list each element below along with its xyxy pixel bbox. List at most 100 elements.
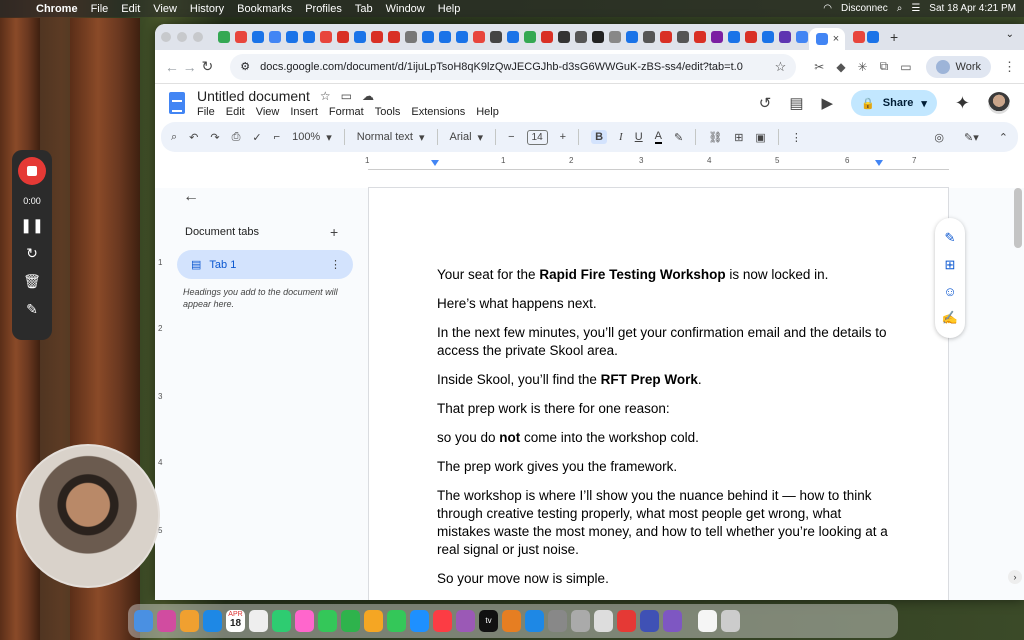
books-icon[interactable]	[502, 610, 521, 632]
numbers-icon[interactable]	[387, 610, 406, 632]
pause-icon[interactable]: ❚❚	[20, 217, 43, 234]
control-center-icon[interactable]: ☰	[911, 3, 920, 14]
menu-file[interactable]: File	[91, 3, 109, 15]
wifi-icon[interactable]: ◠	[823, 3, 832, 14]
site-info-icon[interactable]: ⚙	[240, 60, 250, 73]
comments-icon[interactable]: ▤	[789, 94, 803, 112]
share-dropdown-icon[interactable]: ▾	[921, 97, 927, 110]
tab-favicon-icon[interactable]	[439, 31, 451, 43]
edge-scroll-icon[interactable]: ›	[1008, 570, 1022, 584]
draw-icon[interactable]: ✎	[26, 301, 38, 318]
docs-logo-icon[interactable]	[169, 92, 185, 114]
menu-edit[interactable]: Edit	[121, 3, 140, 15]
podcasts-icon[interactable]	[456, 610, 475, 632]
bookmark-star-icon[interactable]: ☆	[775, 59, 787, 75]
tab-more-icon[interactable]: ⋮	[330, 258, 341, 271]
reminders-icon[interactable]	[249, 610, 268, 632]
share-button[interactable]: 🔒 Share ▾	[851, 90, 937, 116]
move-folder-icon[interactable]: ▭	[341, 89, 352, 103]
chrome-menu-icon[interactable]: ⋮	[1003, 59, 1016, 75]
add-tab-button[interactable]: +	[330, 224, 338, 240]
profile-button[interactable]: Work	[925, 55, 991, 78]
active-tab[interactable]: ×	[809, 28, 845, 50]
font-size-input[interactable]: 14	[526, 129, 548, 145]
docs-menu-edit[interactable]: Edit	[226, 106, 245, 118]
left-indent-marker[interactable]	[431, 160, 439, 166]
settings-icon[interactable]	[548, 610, 567, 632]
tab-favicon-icon[interactable]	[303, 31, 315, 43]
extension-icon[interactable]: ◆	[836, 60, 845, 74]
tab-favicon-icon[interactable]	[507, 31, 519, 43]
cloud-saved-icon[interactable]: ☁	[362, 89, 374, 103]
extension-icon[interactable]: ✳	[858, 60, 868, 74]
style-select[interactable]: Normal text ▾	[357, 131, 425, 144]
account-avatar[interactable]	[988, 92, 1010, 114]
decrease-font-size-icon[interactable]: −	[508, 131, 514, 143]
undo-icon[interactable]: ↶	[189, 131, 198, 144]
finder-icon[interactable]	[134, 610, 153, 632]
back-icon[interactable]: ←	[163, 59, 181, 75]
tab-favicon-icon[interactable]	[609, 31, 621, 43]
tab-favicon-icon[interactable]	[779, 31, 791, 43]
docs-menu-extensions[interactable]: Extensions	[411, 106, 465, 118]
tab-favicon-icon[interactable]	[677, 31, 689, 43]
app-store-icon[interactable]	[525, 610, 544, 632]
increase-font-size-icon[interactable]: +	[560, 131, 566, 143]
tab-favicon-icon[interactable]	[422, 31, 434, 43]
tab-favicon-icon[interactable]	[575, 31, 587, 43]
tab-favicon-icon[interactable]	[643, 31, 655, 43]
document-page[interactable]: Your seat for the Rapid Fire Testing Wor…	[368, 187, 949, 600]
app-icon[interactable]	[663, 610, 682, 632]
docs-menu-format[interactable]: Format	[329, 106, 364, 118]
font-select[interactable]: Arial ▾	[450, 131, 484, 144]
tab-favicon-icon[interactable]	[711, 31, 723, 43]
reload-icon[interactable]: ↻	[199, 58, 217, 75]
tab-favicon-icon[interactable]	[592, 31, 604, 43]
trash-icon[interactable]: 🗑	[23, 273, 41, 290]
menubar-clock[interactable]: Sat 18 Apr 4:21 PM	[929, 3, 1016, 14]
tab-favicon-icon[interactable]	[218, 31, 230, 43]
bold-button[interactable]: B	[591, 130, 608, 144]
zoom-select[interactable]: 100% ▾	[292, 131, 332, 144]
stop-recording-button[interactable]	[18, 157, 46, 185]
tab-favicon-icon[interactable]	[337, 31, 349, 43]
facetime-icon[interactable]	[341, 610, 360, 632]
magic-edit-icon[interactable]: ✎	[945, 230, 956, 246]
gemini-sparkle-icon[interactable]: ✦	[955, 93, 970, 114]
safari-icon[interactable]	[203, 610, 222, 632]
menu-profiles[interactable]: Profiles	[305, 3, 342, 15]
scrollbar[interactable]	[1014, 188, 1022, 248]
tab-favicon-icon[interactable]	[286, 31, 298, 43]
tab-favicon-icon[interactable]	[269, 31, 281, 43]
forward-icon[interactable]: →	[181, 59, 199, 75]
url-field[interactable]: ⚙ docs.google.com/document/d/1ijuLpTsoH8…	[230, 53, 797, 80]
extensions-puzzle-icon[interactable]: ⧉	[880, 59, 889, 74]
insert-link-icon[interactable]: ⛓	[708, 131, 722, 144]
spellcheck-icon[interactable]: ✓	[252, 131, 261, 144]
webcam-bubble[interactable]	[16, 444, 160, 588]
tab-favicon-icon[interactable]	[354, 31, 366, 43]
calendar-icon[interactable]: APR 18	[226, 610, 245, 632]
collapse-menus-icon[interactable]: ⌃	[999, 131, 1008, 144]
documents-folder-icon[interactable]	[698, 610, 717, 632]
search-icon[interactable]: ⌕	[897, 3, 903, 14]
editing-mode-icon[interactable]: ✎▾	[964, 131, 979, 144]
menu-help[interactable]: Help	[438, 3, 461, 15]
document-body[interactable]: Your seat for the Rapid Fire Testing Wor…	[437, 266, 897, 599]
tab-favicon-icon[interactable]	[762, 31, 774, 43]
menu-tab[interactable]: Tab	[355, 3, 373, 15]
tab-favicon-icon[interactable]	[626, 31, 638, 43]
tab-favicon-icon[interactable]	[853, 31, 865, 43]
trash-bin-icon[interactable]	[721, 610, 740, 632]
docs-menu-tools[interactable]: Tools	[375, 106, 401, 118]
print-icon[interactable]: ⎙	[232, 131, 241, 144]
back-arrow-icon[interactable]: ←	[183, 188, 199, 206]
menu-view[interactable]: View	[153, 3, 177, 15]
tab-favicon-icon[interactable]	[235, 31, 247, 43]
app-icon[interactable]	[594, 610, 613, 632]
messages-icon[interactable]	[318, 610, 337, 632]
tv-icon[interactable]: tv	[479, 610, 498, 632]
add-comment-icon[interactable]: ⊞	[734, 131, 743, 144]
text-color-button[interactable]: A	[654, 130, 662, 144]
tab-favicon-icon[interactable]	[558, 31, 570, 43]
